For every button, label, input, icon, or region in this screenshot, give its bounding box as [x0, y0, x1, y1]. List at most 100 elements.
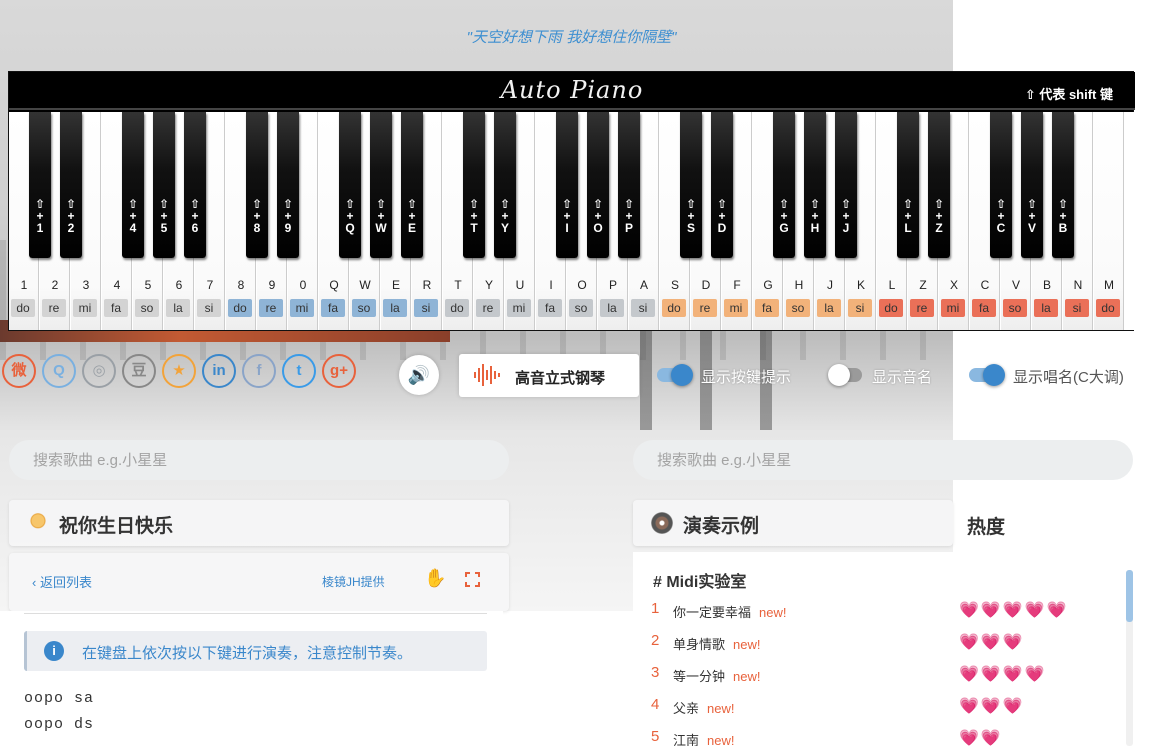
key-label: D	[701, 278, 711, 292]
qq-icon[interactable]: Q	[42, 354, 76, 388]
key-label: Z	[919, 278, 927, 292]
note-label: do	[879, 299, 903, 317]
song-name-text: 父亲	[673, 701, 700, 716]
song-name-text: 单身情歌	[673, 637, 726, 652]
google-plus-icon[interactable]: g+	[322, 354, 356, 388]
new-badge: new!	[707, 701, 735, 716]
black-key-label: ⇧ +9	[282, 197, 294, 235]
note-label: do	[445, 299, 469, 317]
black-key[interactable]: ⇧ + W	[370, 112, 392, 258]
black-key[interactable]: ⇧ + L	[897, 112, 919, 258]
info-tip: i 在键盘上依次按以下键进行演奏，注意控制节奏。	[24, 631, 487, 671]
scrollbar-thumb[interactable]	[1126, 570, 1133, 622]
black-key[interactable]: ⇧ + E	[401, 112, 423, 258]
sheet-line: oopo ds	[24, 716, 95, 733]
white-key[interactable]: Mdo	[1094, 112, 1124, 330]
black-key[interactable]: ⇧ + V	[1021, 112, 1043, 258]
black-key-label: ⇧ + C	[995, 197, 1007, 235]
black-key[interactable]: ⇧ + Z	[928, 112, 950, 258]
key-label: N	[1073, 278, 1083, 292]
black-key[interactable]: ⇧ +5	[153, 112, 175, 258]
black-key[interactable]: ⇧ + H	[804, 112, 826, 258]
linkedin-icon[interactable]: in	[202, 354, 236, 388]
black-key[interactable]: ⇧ + G	[773, 112, 795, 258]
black-key[interactable]: ⇧ + B	[1052, 112, 1074, 258]
black-key[interactable]: ⇧ + O	[587, 112, 609, 258]
examples-card: 演奏示例	[633, 500, 953, 546]
black-key-label: ⇧ + L	[902, 197, 914, 235]
key-label: 4	[113, 278, 121, 292]
black-key[interactable]: ⇧ + I	[556, 112, 578, 258]
note-label: si	[197, 299, 221, 317]
song-search-input-right[interactable]	[633, 440, 1133, 480]
song-list-item[interactable]: 1 你一定要幸福 new! 💗💗💗💗💗	[633, 600, 1123, 622]
scrollbar[interactable]	[1126, 570, 1133, 746]
black-key[interactable]: ⇧ +9	[277, 112, 299, 258]
song-name[interactable]: 等一分钟 new!	[673, 666, 760, 685]
note-label: do	[1096, 299, 1120, 317]
qzone-icon[interactable]: ★	[162, 354, 196, 388]
black-key[interactable]: ⇧ + D	[711, 112, 733, 258]
song-list-item[interactable]: 3 等一分钟 new! 💗💗💗💗	[633, 664, 1123, 686]
key-label: 0	[299, 278, 307, 292]
black-key[interactable]: ⇧ +2	[60, 112, 82, 258]
piano-keyboard: 1 do 2 re 3 mi 4 fa 5 so 6 la 7 si 8 do 9 re 0 mi Qfa Wso Ela R…	[9, 112, 1135, 330]
note-label: so	[352, 299, 376, 317]
black-key[interactable]: ⇧ +1	[29, 112, 51, 258]
auto-piano-logo: Auto Piano	[500, 76, 644, 104]
song-title: 祝你生日快乐	[59, 516, 174, 537]
volume-button[interactable]: 🔊	[399, 355, 439, 395]
note-label: la	[1034, 299, 1058, 317]
song-name[interactable]: 单身情歌 new!	[673, 634, 760, 653]
record-icon	[651, 512, 673, 534]
song-search-input-left[interactable]	[9, 440, 509, 480]
heart-rating: 💗💗💗💗	[959, 666, 1047, 683]
note-label: re	[259, 299, 283, 317]
black-key-label: ⇧ + E	[406, 197, 418, 235]
song-name[interactable]: 江南 new!	[673, 730, 734, 746]
wechat-icon[interactable]: ◎	[82, 354, 116, 388]
douban-icon[interactable]: 豆	[122, 354, 156, 388]
provider-link[interactable]: 棱镜JH提供	[322, 573, 385, 590]
key-label: F	[733, 278, 741, 292]
black-key[interactable]: ⇧ +8	[246, 112, 268, 258]
black-key-label: ⇧ + S	[685, 197, 697, 235]
black-key[interactable]: ⇧ + Y	[494, 112, 516, 258]
black-key[interactable]: ⇧ + P	[618, 112, 640, 258]
black-key[interactable]: ⇧ + C	[990, 112, 1012, 258]
note-label: fa	[972, 299, 996, 317]
black-key[interactable]: ⇧ + S	[680, 112, 702, 258]
new-badge: new!	[759, 605, 787, 620]
key-label: A	[639, 278, 648, 292]
song-name-text: 江南	[673, 733, 700, 746]
song-list-item[interactable]: 4 父亲 new! 💗💗💗	[633, 696, 1123, 718]
instrument-name: 高音立式钢琴	[515, 370, 606, 387]
song-name-text: 等一分钟	[673, 669, 726, 684]
shift-hint: ⇧ 代表 shift 键	[1024, 87, 1113, 102]
key-label: 9	[268, 278, 276, 292]
black-key[interactable]: ⇧ + T	[463, 112, 485, 258]
black-key[interactable]: ⇧ + Q	[339, 112, 361, 258]
weibo-icon[interactable]: 微	[2, 354, 36, 388]
hand-icon[interactable]: ✋	[424, 568, 446, 589]
black-key[interactable]: ⇧ +4	[122, 112, 144, 258]
key-label: 2	[51, 278, 59, 292]
popularity-header: 热度	[967, 517, 1006, 538]
note-label: re	[476, 299, 500, 317]
heart-rating: 💗💗💗💗💗	[959, 602, 1069, 619]
instrument-selector[interactable]: 高音立式钢琴	[459, 354, 639, 397]
song-name[interactable]: 你一定要幸福 new!	[673, 602, 786, 621]
song-list-item[interactable]: 5 江南 new! 💗💗	[633, 728, 1123, 746]
category-heading: # Midi实验室	[653, 574, 747, 591]
fullscreen-icon[interactable]	[465, 572, 480, 587]
song-name[interactable]: 父亲 new!	[673, 698, 734, 717]
black-key[interactable]: ⇧ + J	[835, 112, 857, 258]
examples-title: 演奏示例	[683, 516, 760, 537]
twitter-icon[interactable]: t	[282, 354, 316, 388]
facebook-icon[interactable]: f	[242, 354, 276, 388]
toggle-label: 显示音名	[872, 369, 933, 386]
black-key[interactable]: ⇧ +6	[184, 112, 206, 258]
song-list-item[interactable]: 2 单身情歌 new! 💗💗💗	[633, 632, 1123, 654]
back-to-list-link[interactable]: ‹ 返回列表	[32, 572, 92, 591]
black-key-label: ⇧ + V	[1026, 197, 1038, 235]
